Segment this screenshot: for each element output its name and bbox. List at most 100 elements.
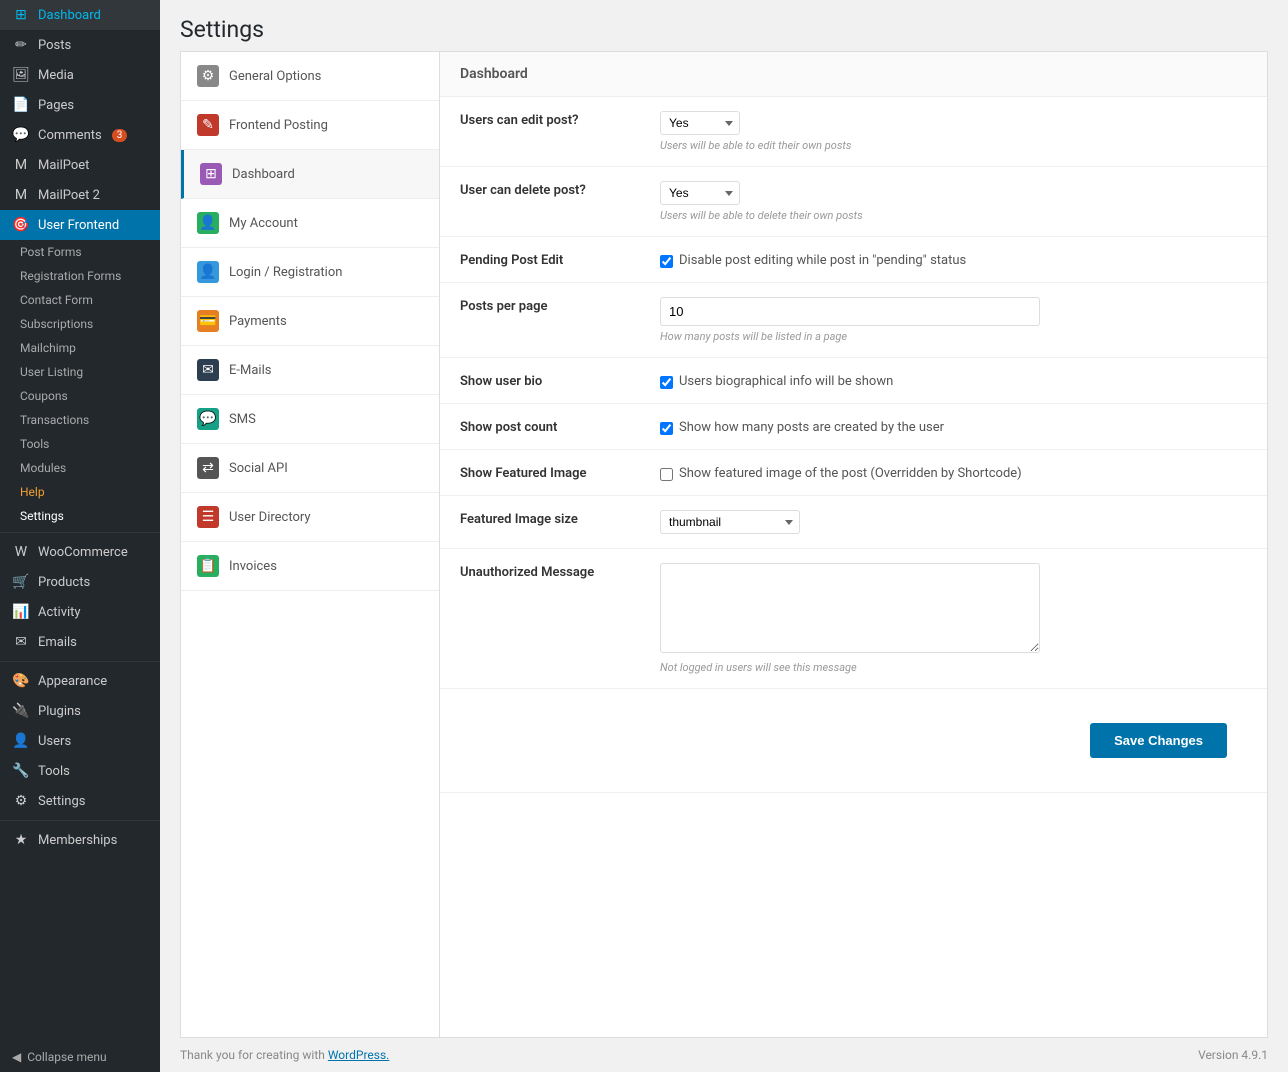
field-value-featured-image-size: thumbnail medium large full	[640, 496, 1267, 549]
mailpoet2-icon: M	[12, 187, 30, 203]
sidebar-item-label: Tools	[38, 764, 70, 779]
field-desc-user-delete: Users will be able to delete their own p…	[660, 209, 1247, 222]
mailpoet-icon: M	[12, 157, 30, 173]
sidebar-sub-tools[interactable]: Tools	[0, 432, 160, 456]
featured-image-size-select[interactable]: thumbnail medium large full	[660, 510, 800, 534]
nav-label-sms: SMS	[229, 412, 256, 427]
sidebar-sub-subscriptions[interactable]: Subscriptions	[0, 312, 160, 336]
sidebar-item-label: Products	[38, 575, 90, 590]
nav-label-payments: Payments	[229, 314, 287, 329]
sidebar: ⊞ Dashboard ✏ Posts 🖼 Media 📄 Pages 💬 Co…	[0, 0, 160, 1072]
nav-item-user-directory[interactable]: ☰ User Directory	[181, 493, 439, 542]
nav-item-invoices[interactable]: 📋 Invoices	[181, 542, 439, 591]
sidebar-item-label: WooCommerce	[38, 545, 128, 560]
pending-post-edit-checkbox[interactable]	[660, 255, 673, 268]
collapse-menu[interactable]: ◀ Collapse menu	[0, 1042, 160, 1072]
sidebar-item-users[interactable]: 👤 Users	[0, 726, 160, 756]
nav-item-general-options[interactable]: ⚙ General Options	[181, 52, 439, 101]
sidebar-item-products[interactable]: 🛒 Products	[0, 567, 160, 597]
sidebar-item-label: Users	[38, 734, 71, 749]
unauthorized-message-textarea[interactable]	[660, 563, 1040, 653]
nav-item-my-account[interactable]: 👤 My Account	[181, 199, 439, 248]
products-icon: 🛒	[12, 574, 30, 590]
sidebar-item-mailpoet[interactable]: M MailPoet	[0, 150, 160, 180]
sidebar-sub-transactions[interactable]: Transactions	[0, 408, 160, 432]
show-post-count-checkbox[interactable]	[660, 422, 673, 435]
nav-item-dashboard[interactable]: ⊞ Dashboard	[181, 150, 439, 199]
sidebar-item-posts[interactable]: ✏ Posts	[0, 30, 160, 60]
sidebar-sub-user-listing[interactable]: User Listing	[0, 360, 160, 384]
posts-per-page-input[interactable]	[660, 297, 1040, 326]
sidebar-item-mailpoet2[interactable]: M MailPoet 2	[0, 180, 160, 210]
nav-item-frontend-posting[interactable]: ✎ Frontend Posting	[181, 101, 439, 150]
nav-label-my-account: My Account	[229, 216, 298, 231]
sidebar-sub-contact-form[interactable]: Contact Form	[0, 288, 160, 312]
user-frontend-icon: 🎯	[12, 217, 30, 233]
sidebar-item-label: Posts	[38, 38, 71, 53]
sidebar-sub-registration-forms[interactable]: Registration Forms	[0, 264, 160, 288]
sidebar-item-label: Appearance	[38, 674, 107, 689]
wordpress-link[interactable]: WordPress.	[328, 1048, 389, 1062]
sidebar-item-woocommerce[interactable]: W WooCommerce	[0, 537, 160, 567]
field-desc-posts-per-page: How many posts will be listed in a page	[660, 330, 1247, 343]
sidebar-sub-help[interactable]: Help	[0, 480, 160, 504]
sidebar-sub-settings[interactable]: Settings	[0, 504, 160, 528]
field-value-users-can-edit: Yes No Users will be able to edit their …	[640, 97, 1267, 167]
collapse-arrow-icon: ◀	[12, 1050, 21, 1064]
field-desc-unauthorized-message: Not logged in users will see this messag…	[660, 661, 1247, 674]
table-row: Featured Image size thumbnail medium lar…	[440, 496, 1267, 549]
sidebar-item-settings2[interactable]: ⚙ Settings	[0, 786, 160, 816]
woocommerce-icon: W	[12, 544, 30, 560]
field-label-featured-image-size: Featured Image size	[440, 496, 640, 549]
show-featured-image-label: Show featured image of the post (Overrid…	[679, 466, 1022, 481]
gear-icon: ⚙	[197, 65, 219, 87]
field-value-show-user-bio: Users biographical info will be shown	[640, 358, 1267, 404]
field-value-show-featured-image: Show featured image of the post (Overrid…	[640, 450, 1267, 496]
nav-label-dashboard: Dashboard	[232, 167, 295, 182]
sidebar-item-memberships[interactable]: ★ Memberships	[0, 825, 160, 855]
sidebar-sub-modules[interactable]: Modules	[0, 456, 160, 480]
media-icon: 🖼	[12, 67, 30, 83]
field-label-show-user-bio: Show user bio	[440, 358, 640, 404]
save-changes-button[interactable]: Save Changes	[1090, 723, 1227, 758]
nav-item-sms[interactable]: 💬 SMS	[181, 395, 439, 444]
users-can-edit-select[interactable]: Yes No	[660, 111, 740, 135]
nav-label-frontend-posting: Frontend Posting	[229, 118, 328, 133]
field-value-unauthorized-message: Not logged in users will see this messag…	[640, 549, 1267, 689]
sidebar-item-activity[interactable]: 📊 Activity	[0, 597, 160, 627]
tools-icon: 🔧	[12, 763, 30, 779]
sidebar-sub-mailchimp[interactable]: Mailchimp	[0, 336, 160, 360]
sidebar-item-emails[interactable]: ✉ Emails	[0, 627, 160, 657]
users-icon: 👤	[12, 733, 30, 749]
sidebar-item-media[interactable]: 🖼 Media	[0, 60, 160, 90]
sidebar-item-tools2[interactable]: 🔧 Tools	[0, 756, 160, 786]
table-row: Posts per page How many posts will be li…	[440, 283, 1267, 358]
sidebar-item-user-frontend[interactable]: 🎯 User Frontend	[0, 210, 160, 240]
sidebar-item-dashboard[interactable]: ⊞ Dashboard	[0, 0, 160, 30]
field-value-posts-per-page: How many posts will be listed in a page	[640, 283, 1267, 358]
sidebar-sub-post-forms[interactable]: Post Forms	[0, 240, 160, 264]
nav-item-e-mails[interactable]: ✉ E-Mails	[181, 346, 439, 395]
field-label-show-post-count: Show post count	[440, 404, 640, 450]
page-footer: Thank you for creating with WordPress. V…	[160, 1038, 1288, 1072]
show-user-bio-checkbox[interactable]	[660, 376, 673, 389]
show-featured-image-checkbox[interactable]	[660, 468, 673, 481]
nav-item-payments[interactable]: 💳 Payments	[181, 297, 439, 346]
pending-post-edit-label: Disable post editing while post in "pend…	[679, 253, 966, 268]
comments-icon: 💬	[12, 127, 30, 143]
user-can-delete-select[interactable]: Yes No	[660, 181, 740, 205]
nav-item-login-registration[interactable]: 👤 Login / Registration	[181, 248, 439, 297]
sidebar-item-plugins[interactable]: 🔌 Plugins	[0, 696, 160, 726]
settings-icon: ⚙	[12, 793, 30, 809]
sidebar-item-label: Dashboard	[38, 8, 101, 23]
table-row: Unauthorized Message Not logged in users…	[440, 549, 1267, 689]
content-section-title: Dashboard	[440, 52, 1267, 97]
sidebar-item-appearance[interactable]: 🎨 Appearance	[0, 666, 160, 696]
sidebar-sub-coupons[interactable]: Coupons	[0, 384, 160, 408]
sidebar-item-label: Pages	[38, 98, 74, 113]
sidebar-item-comments[interactable]: 💬 Comments 3	[0, 120, 160, 150]
sidebar-item-label: MailPoet	[38, 158, 89, 173]
nav-item-social-api[interactable]: ⇄ Social API	[181, 444, 439, 493]
sidebar-item-pages[interactable]: 📄 Pages	[0, 90, 160, 120]
plugins-icon: 🔌	[12, 703, 30, 719]
